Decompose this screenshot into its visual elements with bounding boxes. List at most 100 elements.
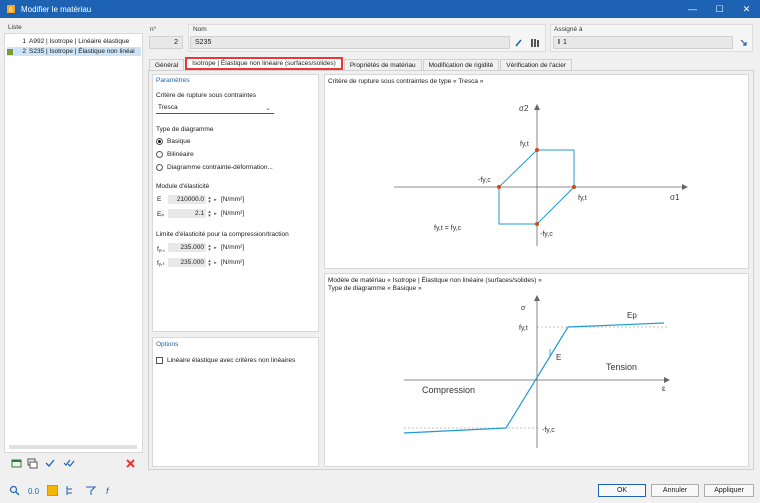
library-icon[interactable] xyxy=(528,36,541,49)
Ep-unit: [N/mm²] xyxy=(221,210,245,217)
color-swatch xyxy=(7,38,13,45)
sigma2-arrow xyxy=(534,104,540,110)
units-icon[interactable]: 0.0 xyxy=(27,484,40,497)
criterion-select[interactable]: Tresca ⌄ xyxy=(156,102,274,114)
fyt-input[interactable]: 235.000 xyxy=(168,258,206,267)
tab-material-properties[interactable]: Propriétés de matériau xyxy=(343,59,422,70)
maximize-button[interactable]: ☐ xyxy=(706,0,733,18)
E-input[interactable]: 210000.0 xyxy=(168,195,206,204)
sigma2-label: σ2 xyxy=(519,104,529,113)
list-item-number: 1 xyxy=(22,38,26,45)
Ep-spinner[interactable]: ▴ ▾ xyxy=(207,209,212,218)
fyc-input[interactable]: 235.000 xyxy=(168,243,206,252)
new-material-icon[interactable] xyxy=(10,457,23,470)
epsilon-label: ε xyxy=(662,384,666,393)
name-field[interactable]: S235 xyxy=(190,36,510,49)
diagram-type-label: Type de diagramme xyxy=(156,126,214,133)
criterion-label: Critère de rupture sous contraintes xyxy=(156,92,257,99)
select-icon[interactable] xyxy=(737,36,750,49)
epsilon-arrow xyxy=(664,377,670,383)
svg-text:0.0: 0.0 xyxy=(28,487,39,496)
list-item-label: S235 | Isotrope | Élastique non linéai xyxy=(29,48,135,55)
stress-strain-diagram: σ ε fy,t -fy,c E Ep Tension Compression xyxy=(403,295,670,448)
app-icon: 6 xyxy=(7,5,15,14)
tab-steel-check[interactable]: Vérification de l'acier xyxy=(500,59,573,70)
point-fyt-right xyxy=(572,185,576,189)
close-button[interactable]: ✕ xyxy=(733,0,760,18)
chevron-down-icon: ⌄ xyxy=(265,105,271,112)
parameters-title: Paramètres xyxy=(156,77,190,84)
apply-button[interactable]: Appliquer xyxy=(704,484,754,497)
fyt-unit: [N/mm²] xyxy=(221,259,245,266)
copy-material-icon[interactable] xyxy=(26,457,39,470)
num-label: n° xyxy=(150,26,157,33)
list-item[interactable]: 1 A992 | Isotrope | Linéaire élastique xyxy=(7,37,141,46)
function-icon[interactable]: f xyxy=(104,484,117,497)
member-icon: I xyxy=(558,39,560,46)
title-bar: 6 Modifier le matériau — ☐ ✕ xyxy=(0,0,760,18)
compression-label: Compression xyxy=(422,385,475,395)
yield-label: Limite d'élasticité pour la compression/… xyxy=(156,231,289,238)
check-all-icon[interactable] xyxy=(62,457,75,470)
material-list[interactable]: 1 A992 | Isotrope | Linéaire élastique 2… xyxy=(4,33,143,453)
criterion-value: Tresca xyxy=(158,104,178,111)
option-bilineaire-label: Bilinéaire xyxy=(167,151,194,158)
tab-stiffness-modification[interactable]: Modification de rigidité xyxy=(422,59,500,70)
fyc-label: -fy,c xyxy=(542,427,555,434)
E-arrow-icon[interactable]: ▸ xyxy=(213,195,218,204)
tab-general[interactable]: Général xyxy=(149,59,185,70)
point-fyt-top xyxy=(535,148,539,152)
delete-icon[interactable] xyxy=(124,457,137,470)
fyt-spinner[interactable]: ▴ ▾ xyxy=(207,258,212,267)
assigned-label: Assigné à xyxy=(554,26,583,33)
fyt-label: fy,t xyxy=(519,325,528,332)
assigned-field[interactable]: I 1 xyxy=(553,36,733,49)
svg-text:6: 6 xyxy=(9,7,13,14)
fyt-arrow-icon[interactable]: ▸ xyxy=(213,258,218,267)
radio-bilineaire[interactable] xyxy=(156,151,163,158)
fyc-label: fᵧ,꜀ xyxy=(157,246,165,253)
list-item-selected[interactable]: 2 S235 | Isotrope | Élastique non linéai xyxy=(7,47,141,56)
fyc-arrow-icon[interactable]: ▸ xyxy=(213,243,218,252)
list-item-label: A992 | Isotrope | Linéaire élastique xyxy=(29,38,130,45)
linear-elastic-checkbox[interactable] xyxy=(156,357,163,364)
sigma1-label: σ1 xyxy=(670,193,680,202)
sigma-label: σ xyxy=(521,305,526,312)
edit-name-icon[interactable] xyxy=(512,36,525,49)
fyc-spinner[interactable]: ▴ ▾ xyxy=(207,243,212,252)
cancel-button[interactable]: Annuler xyxy=(651,484,699,497)
Ep-slope-label: Ep xyxy=(627,311,637,320)
fyt-right-label: fy,t xyxy=(578,195,587,202)
options-title: Options xyxy=(156,341,179,348)
search-icon[interactable] xyxy=(8,484,21,497)
help-icon[interactable] xyxy=(84,484,97,497)
tresca-diagram: σ2 σ1 fy,t fy,t -fy,c -fy,c fy,t = fy,c xyxy=(394,104,688,246)
option-basique-label: Basique xyxy=(167,138,191,145)
tree-icon[interactable] xyxy=(64,484,77,497)
check-icon[interactable] xyxy=(44,457,57,470)
elastic-modulus-label: Module d'élasticité xyxy=(156,183,210,190)
ok-button[interactable]: OK xyxy=(598,484,646,497)
tab-isotropic-nonlinear[interactable]: Isotrope | Élastique non linéaire (surfa… xyxy=(185,57,343,70)
radio-basique[interactable] xyxy=(156,138,163,145)
radio-stress-strain[interactable] xyxy=(156,164,163,171)
stress-strain-curve xyxy=(403,322,665,434)
name-label: Nom xyxy=(193,26,207,33)
Ep-label: Eₚ xyxy=(157,211,165,218)
list-item-number: 2 xyxy=(22,48,26,55)
E-spinner[interactable]: ▴ ▾ xyxy=(207,195,212,204)
assigned-value: 1 xyxy=(562,39,567,46)
tension-label: Tension xyxy=(606,362,637,372)
E-slope-label: E xyxy=(556,353,561,362)
window-title: Modifier le matériau xyxy=(21,4,92,14)
Ep-arrow-icon[interactable]: ▸ xyxy=(213,209,218,218)
option-stress-strain-label: Diagramme contrainte-déformation... xyxy=(167,164,273,171)
minimize-button[interactable]: — xyxy=(679,0,706,18)
svg-text:f: f xyxy=(106,486,110,496)
fyc-unit: [N/mm²] xyxy=(221,244,245,251)
point-fyc-bottom xyxy=(535,222,539,226)
E-unit: [N/mm²] xyxy=(221,196,245,203)
color-icon[interactable] xyxy=(46,484,59,497)
Ep-input[interactable]: 2.1 xyxy=(168,209,206,218)
horizontal-scrollbar[interactable] xyxy=(9,445,137,449)
